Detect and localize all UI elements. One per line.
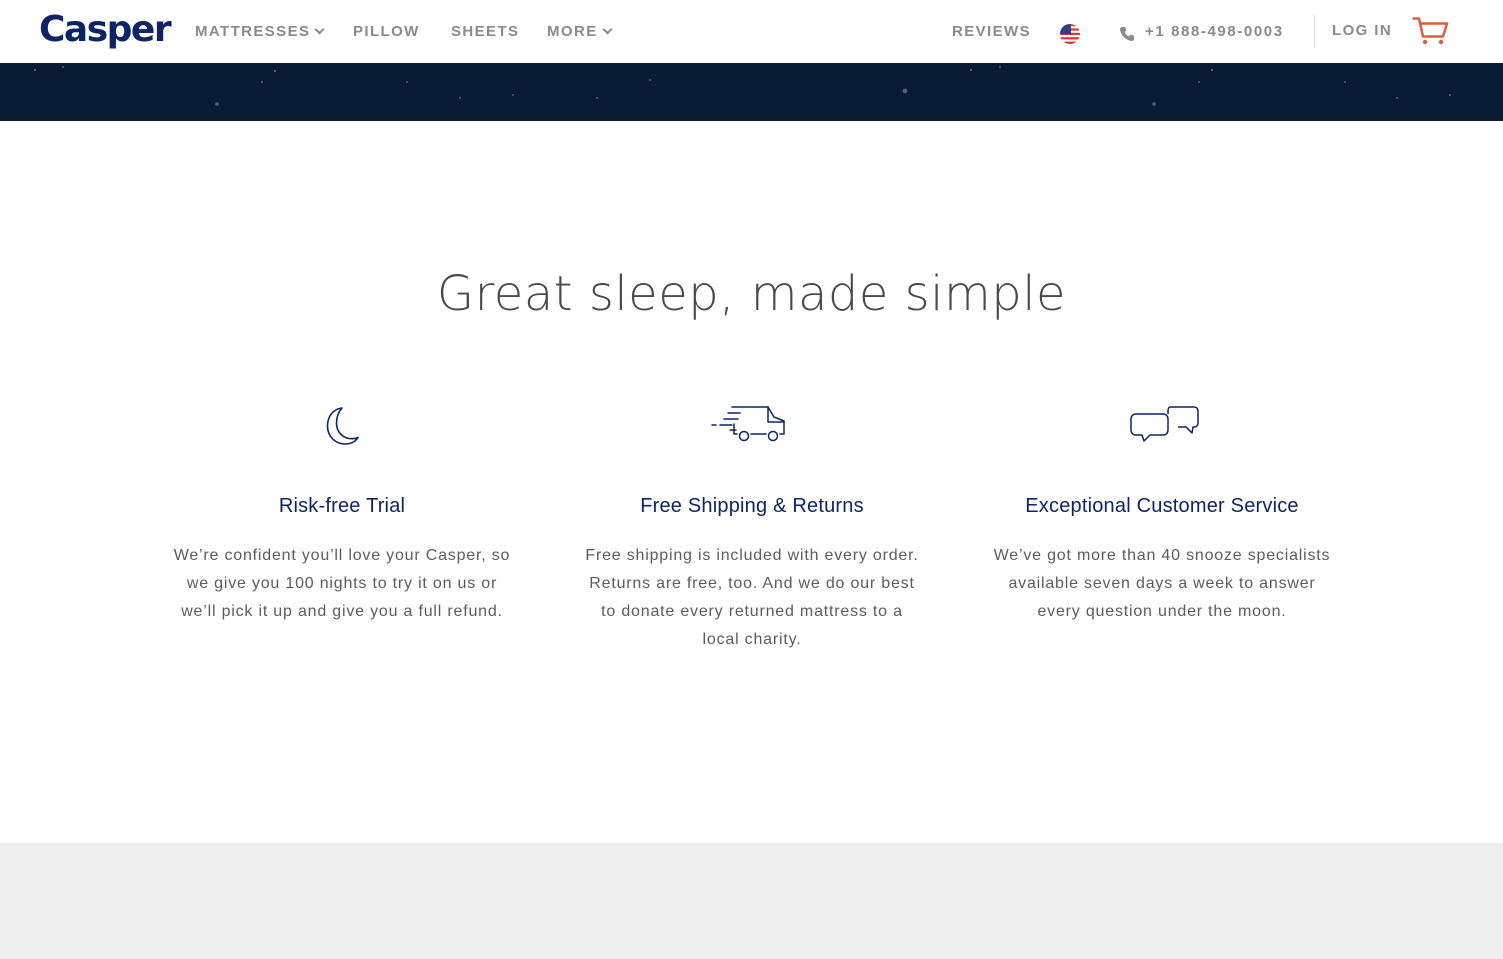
feature-risk-free-trial: Risk-free Trial We’re confident you’ll l…: [162, 400, 522, 620]
next-section-background: [0, 843, 1503, 959]
nav-more-label: MORE: [547, 23, 598, 40]
casper-logo[interactable]: Casper: [39, 8, 172, 52]
feature-title: Exceptional Customer Service: [1025, 495, 1299, 517]
starry-night-banner: [0, 63, 1503, 121]
login-link[interactable]: LOG IN: [1332, 21, 1392, 41]
feature-free-shipping: Free Shipping & Returns Free shipping is…: [572, 400, 932, 648]
delivery-truck-icon: [711, 406, 785, 442]
chat-bubbles-icon: [1130, 406, 1199, 442]
nav-pillow[interactable]: PILLOW: [353, 22, 420, 42]
nav-sheets[interactable]: SHEETS: [451, 22, 519, 42]
header-divider: [1314, 15, 1315, 48]
nav-more[interactable]: MORE: [547, 22, 613, 42]
nav-mattresses-label: MATTRESSES: [195, 23, 311, 40]
feature-customer-service: Exceptional Customer Service We’ve got m…: [982, 400, 1342, 620]
site-header: Casper MATTRESSES PILLOW SHEETS MORE REV…: [0, 0, 1503, 63]
chevron-down-icon: [602, 24, 613, 35]
stars-decoration: [33, 66, 1451, 106]
feature-title: Free Shipping & Returns: [640, 495, 864, 517]
phone-number-link[interactable]: +1 888-498-0003: [1145, 22, 1284, 42]
moon-icon: [326, 407, 359, 445]
page-headline: Great sleep, made simple: [436, 266, 1067, 322]
feature-description: We’ve got more than 40 snooze specialist…: [993, 547, 1331, 620]
phone-icon: [1120, 27, 1134, 41]
feature-title: Risk-free Trial: [278, 495, 406, 517]
feature-description: We’re confident you’ll love your Casper,…: [173, 547, 511, 620]
nav-mattresses[interactable]: MATTRESSES: [195, 22, 325, 42]
shopping-cart-icon[interactable]: [1412, 16, 1449, 46]
nav-reviews[interactable]: REVIEWS: [952, 22, 1031, 42]
chevron-down-icon: [314, 24, 325, 35]
feature-description: Free shipping is included with every ord…: [585, 547, 919, 648]
us-flag-icon[interactable]: [1060, 24, 1080, 44]
